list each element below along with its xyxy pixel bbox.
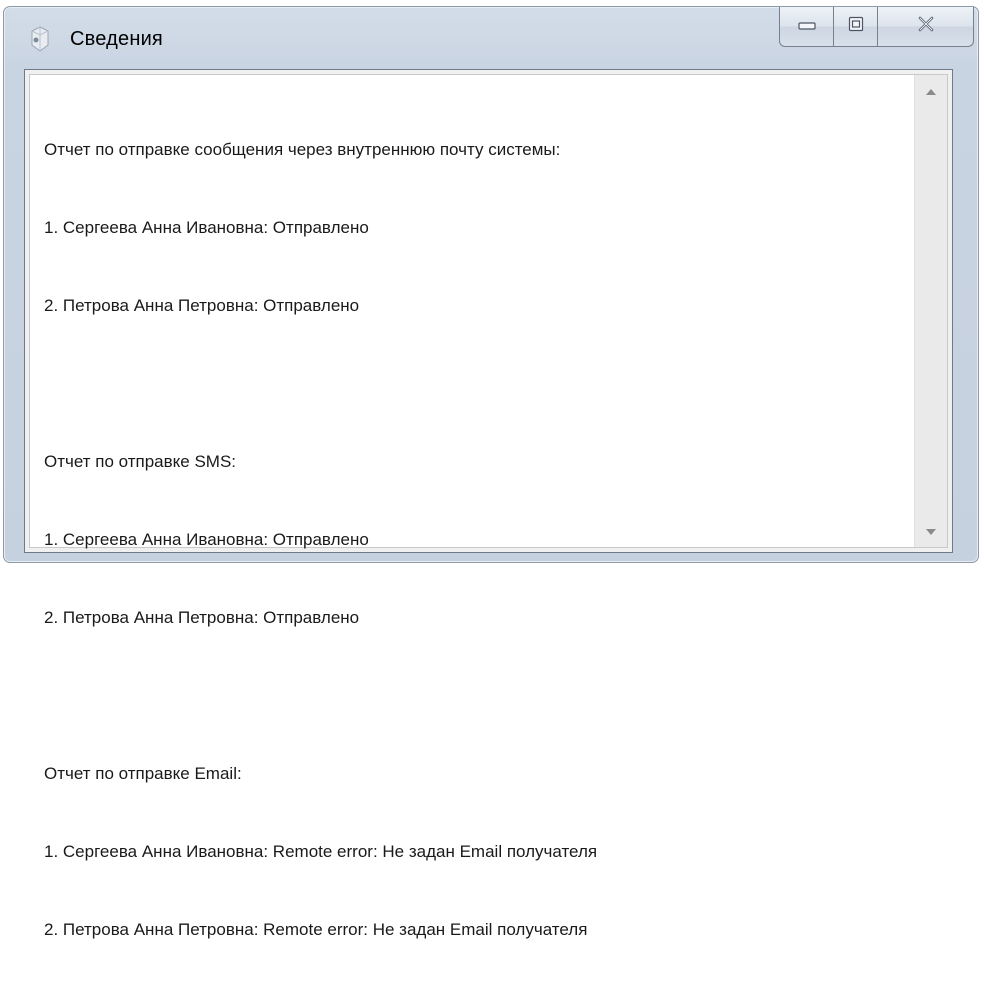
- report-line: Отчет по отправке Email:: [44, 764, 242, 783]
- maximize-button[interactable]: [834, 7, 878, 47]
- report-line: 2. Петрова Анна Петровна: Remote error: …: [44, 920, 588, 939]
- window-title: Сведения: [70, 28, 163, 50]
- report-line: 1. Сергеева Анна Ивановна: Отправлено: [44, 218, 369, 237]
- vertical-scrollbar[interactable]: [914, 75, 947, 547]
- report-line: Отчет по отправке сообщения через внутре…: [44, 140, 561, 159]
- report-text: Отчет по отправке сообщения через внутре…: [44, 85, 907, 995]
- title-bar[interactable]: Сведения: [4, 7, 978, 65]
- dialog-client-area: Отчет по отправке сообщения через внутре…: [24, 69, 953, 939]
- scroll-up-button[interactable]: [915, 75, 947, 107]
- close-icon: [917, 16, 935, 37]
- report-line: 1. Сергеева Анна Ивановна: Отправлено: [44, 530, 369, 549]
- scroll-up-arrow-icon: [926, 82, 936, 100]
- report-line: [44, 371, 907, 397]
- close-button[interactable]: [878, 7, 974, 47]
- report-text-area[interactable]: Отчет по отправке сообщения через внутре…: [29, 74, 948, 939]
- info-dialog-window: Сведения Отчет по отправке сообщения чер…: [3, 6, 979, 939]
- caption-buttons: [779, 7, 974, 47]
- report-line: 2. Петрова Анна Петровна: Отправлено: [44, 296, 360, 315]
- scroll-down-button[interactable]: [915, 515, 947, 547]
- minimize-button[interactable]: [779, 7, 834, 47]
- scroll-down-arrow-icon: [926, 522, 936, 540]
- app-icon[interactable]: [28, 25, 52, 53]
- report-line: 2. Петрова Анна Петровна: Отправлено: [44, 608, 360, 627]
- maximize-icon: [848, 16, 864, 37]
- minimize-icon: [797, 18, 816, 36]
- report-line: [44, 683, 907, 709]
- report-line: Отчет по отправке SMS:: [44, 452, 237, 471]
- report-line: 1. Сергеева Анна Ивановна: Remote error:…: [44, 842, 598, 861]
